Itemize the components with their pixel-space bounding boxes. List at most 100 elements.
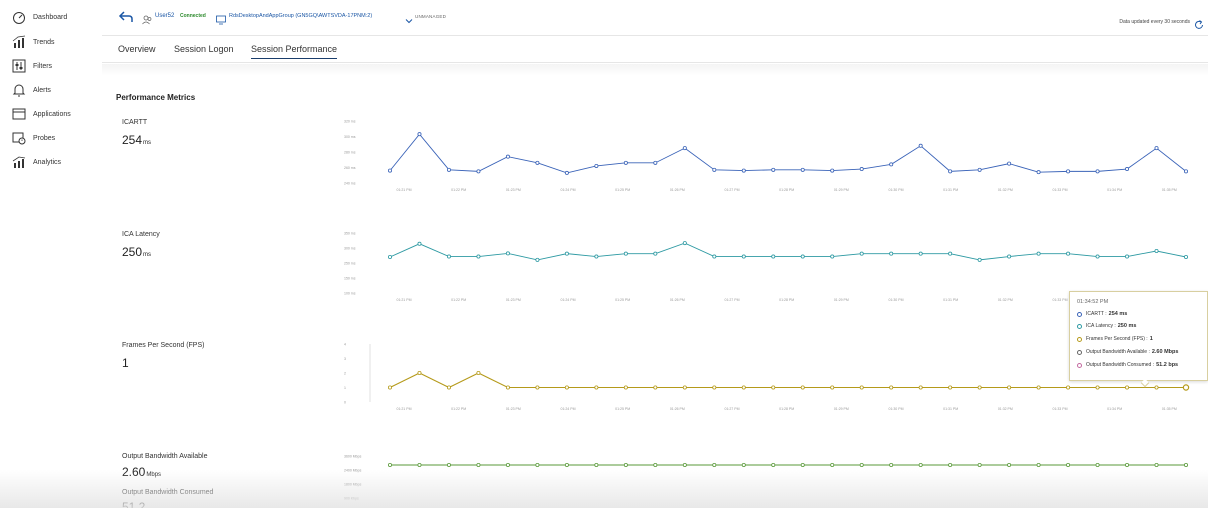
- machine-link[interactable]: RdsDesktopAndAppGroup (GN5GQ\AWTSVDA-17P…: [229, 13, 372, 19]
- data-point[interactable]: [918, 143, 923, 148]
- data-point[interactable]: [830, 385, 835, 390]
- data-point[interactable]: [417, 462, 422, 467]
- chart-icartt[interactable]: 320 ms 300 ms 280 ms 260 ms 240 ms 01:21 PM 01…: [330, 114, 1208, 194]
- data-point[interactable]: [535, 160, 540, 165]
- sidebar-item-trends[interactable]: Trends: [12, 33, 55, 51]
- data-point[interactable]: [1007, 161, 1012, 166]
- data-point[interactable]: [859, 462, 864, 467]
- data-point[interactable]: [771, 462, 776, 467]
- data-point[interactable]: [682, 146, 687, 151]
- data-point[interactable]: [741, 254, 746, 259]
- sidebar-item-applications[interactable]: Applications: [12, 105, 71, 123]
- data-point[interactable]: [1125, 167, 1130, 172]
- data-point[interactable]: [476, 254, 481, 259]
- data-point[interactable]: [446, 254, 451, 259]
- data-point[interactable]: [623, 385, 628, 390]
- data-point[interactable]: [535, 385, 540, 390]
- user-name-link[interactable]: User52: [155, 13, 174, 19]
- data-point[interactable]: [505, 251, 510, 256]
- data-point[interactable]: [417, 241, 422, 246]
- data-point[interactable]: [388, 168, 393, 173]
- data-point[interactable]: [918, 462, 923, 467]
- data-point[interactable]: [977, 257, 982, 262]
- data-point[interactable]: [388, 385, 393, 390]
- data-point[interactable]: [623, 462, 628, 467]
- data-point[interactable]: [889, 462, 894, 467]
- data-point[interactable]: [1154, 146, 1159, 151]
- data-point[interactable]: [1007, 385, 1012, 390]
- data-point[interactable]: [800, 167, 805, 172]
- data-point[interactable]: [594, 385, 599, 390]
- data-point[interactable]: [535, 462, 540, 467]
- data-point[interactable]: [1007, 462, 1012, 467]
- data-point[interactable]: [1007, 254, 1012, 259]
- sidebar-item-dashboard[interactable]: Dashboard: [12, 8, 67, 26]
- data-point[interactable]: [771, 385, 776, 390]
- sidebar-item-analytics[interactable]: Analytics: [12, 153, 61, 171]
- data-point[interactable]: [1184, 254, 1189, 259]
- data-point[interactable]: [741, 168, 746, 173]
- data-point[interactable]: [1066, 169, 1071, 174]
- data-point[interactable]: [446, 462, 451, 467]
- data-point[interactable]: [505, 385, 510, 390]
- data-point[interactable]: [889, 385, 894, 390]
- data-point[interactable]: [1125, 254, 1130, 259]
- data-point[interactable]: [653, 251, 658, 256]
- data-point[interactable]: [830, 462, 835, 467]
- data-point[interactable]: [1066, 385, 1071, 390]
- sidebar-item-alerts[interactable]: Alerts: [12, 81, 51, 99]
- data-point[interactable]: [505, 154, 510, 159]
- data-point[interactable]: [594, 254, 599, 259]
- sidebar-item-probes[interactable]: Probes: [12, 129, 55, 147]
- data-point[interactable]: [889, 251, 894, 256]
- data-point[interactable]: [1184, 169, 1189, 174]
- data-point[interactable]: [1154, 385, 1159, 390]
- hovered-data-point[interactable]: [1182, 384, 1190, 391]
- data-point[interactable]: [535, 257, 540, 262]
- data-point[interactable]: [771, 254, 776, 259]
- data-point[interactable]: [1036, 462, 1041, 467]
- data-point[interactable]: [505, 462, 510, 467]
- data-point[interactable]: [594, 462, 599, 467]
- data-point[interactable]: [682, 462, 687, 467]
- data-point[interactable]: [1066, 462, 1071, 467]
- data-point[interactable]: [948, 169, 953, 174]
- data-point[interactable]: [653, 385, 658, 390]
- data-point[interactable]: [800, 385, 805, 390]
- data-point[interactable]: [1154, 462, 1159, 467]
- data-point[interactable]: [476, 169, 481, 174]
- data-point[interactable]: [1036, 251, 1041, 256]
- data-point[interactable]: [889, 162, 894, 167]
- data-point[interactable]: [1184, 462, 1189, 467]
- data-point[interactable]: [1095, 462, 1100, 467]
- data-point[interactable]: [771, 167, 776, 172]
- data-point[interactable]: [712, 254, 717, 259]
- data-point[interactable]: [653, 160, 658, 165]
- data-point[interactable]: [388, 462, 393, 467]
- data-point[interactable]: [623, 160, 628, 165]
- data-point[interactable]: [800, 254, 805, 259]
- chart-bandwidth[interactable]: 3600 Mbps 2400 Mbps 1800 Mbps 900 Kbps: [330, 448, 1208, 508]
- data-point[interactable]: [1095, 169, 1100, 174]
- data-point[interactable]: [741, 385, 746, 390]
- data-point[interactable]: [977, 385, 982, 390]
- data-point[interactable]: [918, 385, 923, 390]
- data-point[interactable]: [476, 462, 481, 467]
- data-point[interactable]: [594, 163, 599, 168]
- data-point[interactable]: [712, 167, 717, 172]
- sidebar-item-filters[interactable]: Filters: [12, 57, 52, 75]
- data-point[interactable]: [918, 251, 923, 256]
- data-point[interactable]: [830, 254, 835, 259]
- data-point[interactable]: [712, 385, 717, 390]
- refresh-icon[interactable]: [1194, 17, 1204, 29]
- data-point[interactable]: [948, 385, 953, 390]
- data-point[interactable]: [948, 251, 953, 256]
- data-point[interactable]: [859, 167, 864, 172]
- data-point[interactable]: [977, 462, 982, 467]
- data-point[interactable]: [1036, 170, 1041, 175]
- chevron-down-icon[interactable]: [405, 12, 413, 24]
- data-point[interactable]: [446, 167, 451, 172]
- tab-session-performance[interactable]: Session Performance: [251, 44, 338, 59]
- data-point[interactable]: [712, 462, 717, 467]
- data-point[interactable]: [1095, 385, 1100, 390]
